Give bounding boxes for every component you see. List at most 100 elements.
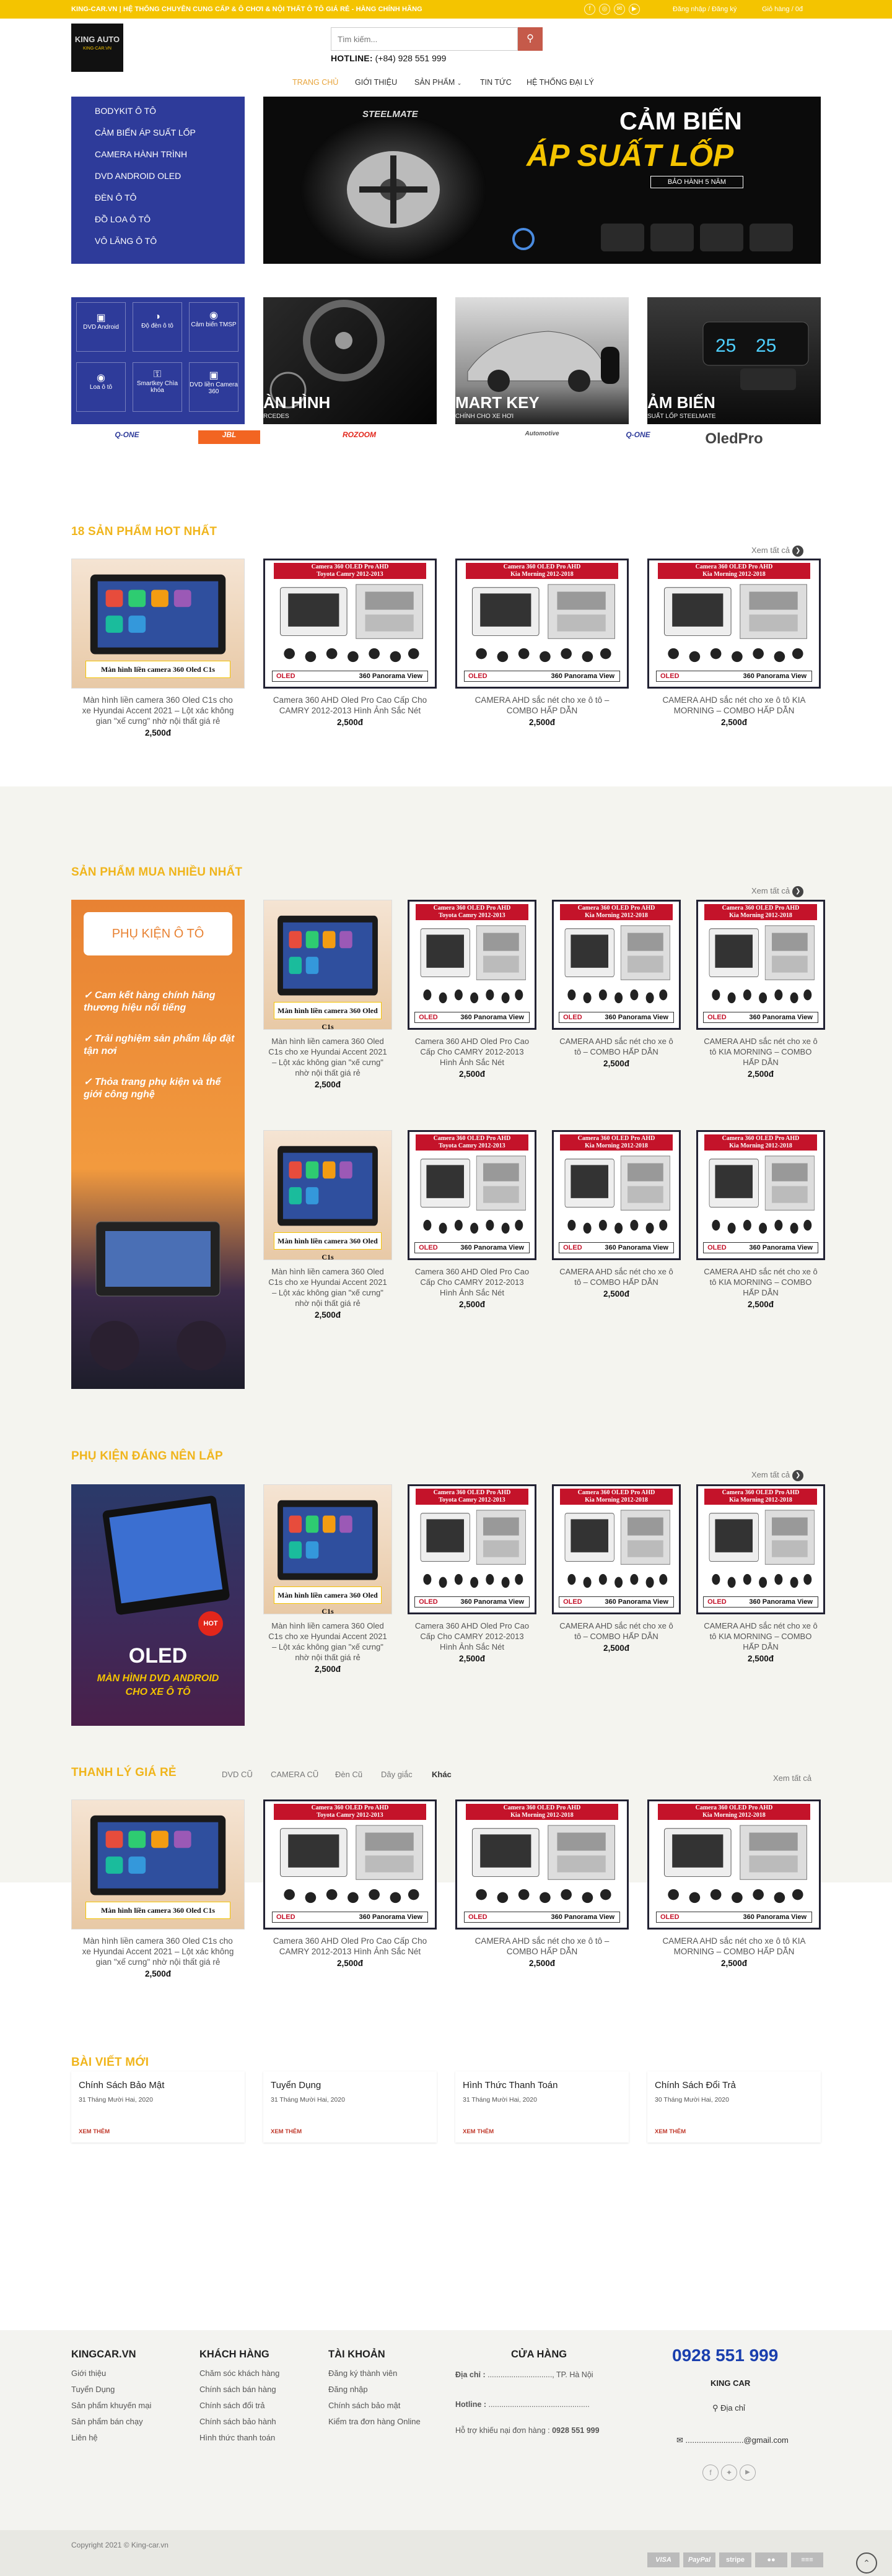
footer-email[interactable]: ✉ ..........................@gmail.com	[676, 2435, 789, 2445]
product-card[interactable]: Camera 360 OLED Pro AHD Toyota Camry 2012…	[263, 559, 437, 727]
product-name[interactable]: CAMERA AHD sắc nét cho xe ô tô – COMBO H…	[455, 695, 629, 716]
product-name[interactable]: Camera 360 AHD Oled Pro Cao Cấp Cho CAMR…	[408, 1266, 536, 1298]
product-image[interactable]: Màn hình liền camera 360 Oled C1s	[263, 1130, 392, 1260]
post-card[interactable]: Tuyển Dụng 31 Tháng Mười Hai, 2020 XEM THÊ…	[263, 2071, 437, 2143]
hero-banner[interactable]: STEELMATE CẢM BIẾN ÁP SUẤT LỐP BẢO HÀNH …	[263, 97, 821, 264]
hotline-number[interactable]: (+84) 928 551 999	[375, 53, 447, 63]
brand-logo-jbl[interactable]: JBL	[198, 430, 260, 444]
product-name[interactable]: CAMERA AHD sắc nét cho xe ô tô KIA MORNI…	[696, 1621, 825, 1652]
chip-dvd-android[interactable]: ▣ DVD Android	[76, 302, 126, 352]
footer-youtube-icon[interactable]: ▶	[740, 2465, 756, 2481]
store-support-number[interactable]: 0928 551 999	[552, 2426, 599, 2435]
footer-link[interactable]: Giới thiệu	[71, 2369, 106, 2378]
category-lights[interactable]: ĐÈN Ô TÔ	[95, 193, 136, 202]
cart-link[interactable]: Giỏ hàng / 0đ	[762, 6, 803, 13]
brand-logo-automotive[interactable]: Automotive	[496, 430, 588, 444]
tab-camera-used[interactable]: CAMERA CŨ	[271, 1770, 318, 1779]
footer-link[interactable]: Sản phẩm bán chạy	[71, 2417, 143, 2426]
footer-link[interactable]: Chính sách bảo mật	[328, 2401, 400, 2410]
category-bodykit[interactable]: BODYKIT Ô TÔ	[95, 106, 156, 116]
footer-link[interactable]: Chăm sóc khách hàng	[199, 2369, 279, 2378]
category-dashcam[interactable]: CAMERA HÀNH TRÌNH	[95, 149, 187, 159]
product-card[interactable]: Camera 360 OLED Pro AHD Toyota Camry 2012…	[263, 1799, 437, 1968]
product-name[interactable]: Màn hình liền camera 360 Oled C1s cho xe…	[263, 1621, 392, 1663]
product-name[interactable]: CAMERA AHD sắc nét cho xe ô tô – COMBO H…	[552, 1621, 681, 1642]
nav-about[interactable]: GIỚI THIỆU	[355, 78, 397, 87]
footer-link[interactable]: Kiểm tra đơn hàng Online	[328, 2417, 421, 2426]
product-card[interactable]: Màn hình liền camera 360 Oled C1s Màn hìn…	[71, 1799, 245, 1978]
email-icon[interactable]: ✉	[614, 4, 625, 15]
brand-logo-qone[interactable]: Q-ONE	[77, 430, 177, 444]
product-name[interactable]: Camera 360 AHD Oled Pro Cao Cấp Cho CAMR…	[263, 695, 437, 716]
footer-link[interactable]: Chính sách bán hàng	[199, 2385, 276, 2394]
product-image[interactable]: Camera 360 OLED Pro AHD Toyota Camry 2012…	[408, 900, 536, 1030]
product-image[interactable]: Camera 360 OLED Pro AHD Kia Morning 2012-…	[696, 1484, 825, 1614]
search-input[interactable]	[331, 27, 518, 51]
footer-link[interactable]: Liên hệ	[71, 2433, 98, 2442]
read-more-link[interactable]: XEM THÊM	[271, 2128, 302, 2135]
read-more-link[interactable]: XEM THÊM	[79, 2128, 110, 2135]
tab-lights-used[interactable]: Đèn Cũ	[335, 1770, 362, 1779]
brand-logo-rozoom[interactable]: ROZOOM	[316, 430, 403, 444]
see-all-hot[interactable]: Xem tất cả ❯	[751, 544, 804, 557]
product-name[interactable]: CAMERA AHD sắc nét cho xe ô tô KIA MORNI…	[696, 1036, 825, 1068]
product-name[interactable]: Camera 360 AHD Oled Pro Cao Cấp Cho CAMR…	[408, 1621, 536, 1652]
product-name[interactable]: Camera 360 AHD Oled Pro Cao Cấp Cho CAMR…	[408, 1036, 536, 1068]
product-image[interactable]: Màn hình liền camera 360 Oled C1s	[71, 559, 245, 689]
product-card[interactable]: Camera 360 OLED Pro AHD Toyota Camry 2012…	[408, 1484, 536, 1663]
chip-lights[interactable]: ◑ Độ đèn ô tô	[133, 302, 182, 352]
product-name[interactable]: CAMERA AHD sắc nét cho xe ô tô – COMBO H…	[455, 1936, 629, 1957]
product-image[interactable]: Camera 360 OLED Pro AHD Kia Morning 2012-…	[552, 1130, 681, 1260]
product-card[interactable]: Camera 360 OLED Pro AHD Kia Morning 2012-…	[552, 1130, 681, 1299]
feature-card-display[interactable]: ÀN HÌNH RCEDES	[263, 297, 437, 424]
footer-link[interactable]: Chính sách bảo hành	[199, 2417, 276, 2426]
tab-dvd-used[interactable]: DVD CŨ	[222, 1770, 253, 1779]
product-card[interactable]: Màn hình liền camera 360 Oled C1s Màn hìn…	[71, 559, 245, 738]
post-title[interactable]: Tuyển Dụng	[271, 2080, 321, 2091]
nav-dealers[interactable]: HỆ THỐNG ĐẠI LÝ	[527, 78, 594, 87]
product-card[interactable]: Màn hình liền camera 360 Oled C1s Màn hìn…	[263, 1484, 392, 1674]
chip-dvd-camera[interactable]: ▣ DVD liền Camera 360	[189, 362, 238, 412]
product-name[interactable]: CAMERA AHD sắc nét cho xe ô tô KIA MORNI…	[696, 1266, 825, 1298]
product-card[interactable]: Camera 360 OLED Pro AHD Toyota Camry 2012…	[408, 1130, 536, 1309]
read-more-link[interactable]: XEM THÊM	[655, 2128, 686, 2135]
category-speakers[interactable]: ĐỒ LOA Ô TÔ	[95, 214, 151, 224]
product-name[interactable]: Camera 360 AHD Oled Pro Cao Cấp Cho CAMR…	[263, 1936, 437, 1957]
chip-smartkey[interactable]: ⚿ Smartkey Chìa khóa	[133, 362, 182, 412]
instagram-icon[interactable]: ◎	[599, 4, 610, 15]
nav-home[interactable]: TRANG CHỦ	[292, 78, 338, 87]
see-all-best-sellers[interactable]: Xem tất cả ❯	[751, 885, 804, 897]
product-image[interactable]: Camera 360 OLED Pro AHD Kia Morning 2012-…	[552, 1484, 681, 1614]
chip-tpms[interactable]: ◉ Cảm biến TMSP	[189, 302, 238, 352]
product-name[interactable]: Màn hình liền camera 360 Oled C1s cho xe…	[71, 695, 245, 726]
footer-link[interactable]: Đăng nhập	[328, 2385, 368, 2394]
product-name[interactable]: Màn hình liền camera 360 Oled C1s cho xe…	[71, 1936, 245, 1967]
product-card[interactable]: Camera 360 OLED Pro AHD Kia Morning 2012-…	[455, 559, 629, 727]
product-image[interactable]: Camera 360 OLED Pro AHD Kia Morning 2012-…	[647, 559, 821, 689]
product-image[interactable]: Màn hình liền camera 360 Oled C1s	[263, 900, 392, 1030]
product-image[interactable]: Camera 360 OLED Pro AHD Toyota Camry 2012…	[408, 1484, 536, 1614]
product-card[interactable]: Camera 360 OLED Pro AHD Kia Morning 2012-…	[647, 559, 821, 727]
product-card[interactable]: Màn hình liền camera 360 Oled C1s Màn hìn…	[263, 1130, 392, 1320]
tab-wiring[interactable]: Dây giắc	[381, 1770, 413, 1779]
product-image[interactable]: Camera 360 OLED Pro AHD Kia Morning 2012-…	[696, 1130, 825, 1260]
product-card[interactable]: Camera 360 OLED Pro AHD Kia Morning 2012-…	[552, 900, 681, 1068]
brand-logo-oledpro[interactable]: OledPro	[688, 430, 780, 447]
product-card[interactable]: Camera 360 OLED Pro AHD Kia Morning 2012-…	[696, 1130, 825, 1309]
post-title[interactable]: Hình Thức Thanh Toán	[463, 2080, 558, 2091]
post-title[interactable]: Chính Sách Bảo Mật	[79, 2080, 164, 2091]
read-more-link[interactable]: XEM THÊM	[463, 2128, 494, 2135]
category-dvd-android[interactable]: DVD ANDROID OLED	[95, 171, 181, 181]
footer-link[interactable]: Hình thức thanh toán	[199, 2433, 275, 2442]
footer-twitter-icon[interactable]: ✦	[721, 2465, 737, 2481]
feature-card-tpms[interactable]: 25 25 ẢM BIẾN SUẤT LỐP STEELMATE	[647, 297, 821, 424]
post-card[interactable]: Chính Sách Bảo Mật 31 Tháng Mười Hai, 202…	[71, 2071, 245, 2143]
product-image[interactable]: Màn hình liền camera 360 Oled C1s	[71, 1799, 245, 1930]
login-register-link[interactable]: Đăng nhập / Đăng ký	[673, 6, 737, 13]
chip-speakers[interactable]: ◉ Loa ô tô	[76, 362, 126, 412]
product-image[interactable]: Camera 360 OLED Pro AHD Toyota Camry 2012…	[263, 559, 437, 689]
feature-card-smartkey[interactable]: MART KEY CHÍNH CHO XE HƠI	[455, 297, 629, 424]
product-card[interactable]: Camera 360 OLED Pro AHD Kia Morning 2012-…	[696, 900, 825, 1079]
product-card[interactable]: Camera 360 OLED Pro AHD Kia Morning 2012-…	[455, 1799, 629, 1968]
product-name[interactable]: CAMERA AHD sắc nét cho xe ô tô KIA MORNI…	[647, 1936, 821, 1957]
